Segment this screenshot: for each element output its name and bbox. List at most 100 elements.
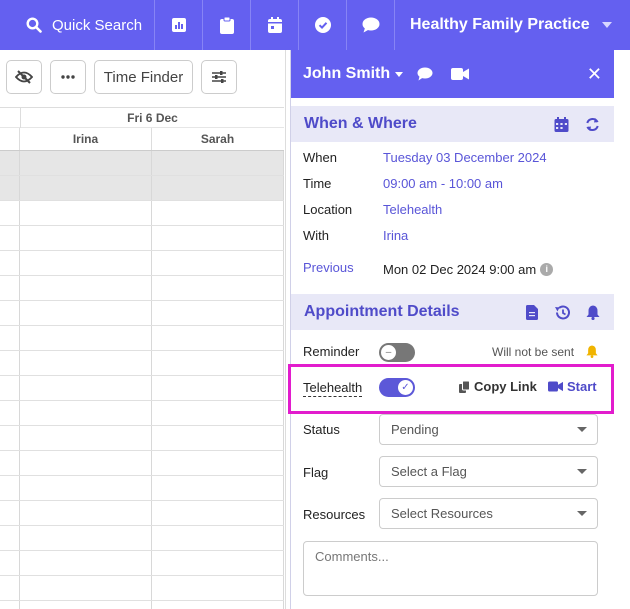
calendar-button[interactable] [251,0,299,50]
calendar-slot-row[interactable] [0,301,284,326]
calendar-slot-row[interactable] [0,476,284,501]
chevron-down-icon [577,469,587,474]
calendar-slot-row[interactable] [0,276,284,301]
patient-name-dropdown[interactable]: John Smith [303,65,390,83]
details-actions [526,294,600,330]
comments-textarea[interactable]: Comments... [303,541,598,596]
column-divider [283,301,284,325]
resources-value: Select Resources [391,506,493,521]
chat-icon[interactable] [417,67,433,81]
calendar-slot-row[interactable] [0,501,284,526]
messages-button[interactable] [347,0,395,50]
time-finder-button[interactable]: Time Finder [94,60,193,94]
hide-button[interactable] [6,60,42,94]
when-where-title: When & Where [304,115,417,132]
flag-value: Select a Flag [391,464,467,479]
column-divider [151,201,152,225]
column-divider [19,476,20,500]
practice-selector[interactable]: Healthy Family Practice [395,0,630,50]
status-label: Status [303,422,340,437]
calendar-slot-row[interactable] [0,426,284,451]
calendar-slot-row[interactable] [0,526,284,551]
video-icon[interactable] [451,68,470,80]
tasks-button[interactable] [203,0,251,50]
column-divider [283,201,284,225]
calendar-slot-row[interactable] [0,151,284,176]
column-divider [19,326,20,350]
when-where-header: When & Where [291,106,614,142]
bell-icon[interactable] [586,305,600,320]
more-options-button[interactable] [50,60,86,94]
column-divider [151,376,152,400]
time-value[interactable]: 09:00 am - 10:00 am [383,176,503,191]
column-divider [151,276,152,300]
calendar-slot-row[interactable] [0,451,284,476]
calendar-slot-row[interactable] [0,326,284,351]
document-icon[interactable] [526,304,538,320]
reports-button[interactable] [155,0,203,50]
checklist-button[interactable] [299,0,347,50]
calendar-slot-row[interactable] [0,601,284,609]
column-divider [283,451,284,475]
calendar-slot-row[interactable] [0,201,284,226]
search-icon [26,17,42,33]
calendar-icon[interactable] [554,116,569,132]
reminder-toggle[interactable]: – [379,343,415,362]
chevron-down-icon [577,427,587,432]
quick-search-label: Quick Search [52,16,143,34]
close-icon[interactable]: ✕ [587,64,602,85]
info-icon[interactable]: i [540,263,554,276]
column-divider [19,501,20,525]
practitioner-header-row: Irina Sarah [0,128,284,151]
calendar-slot-row[interactable] [0,176,284,201]
column-header-sarah: Sarah [151,128,283,150]
column-divider [151,551,152,575]
flag-select[interactable]: Select a Flag [379,456,598,487]
eye-slash-icon [15,70,33,84]
quick-search-button[interactable]: Quick Search [4,0,155,50]
calendar-slot-row[interactable] [0,401,284,426]
calendar-slot-row[interactable] [0,551,284,576]
column-divider [19,226,20,250]
column-divider [19,526,20,550]
calendar-slot-row[interactable] [0,376,284,401]
with-value[interactable]: Irina [383,228,408,243]
column-divider [283,151,284,175]
column-divider [283,526,284,550]
previous-link[interactable]: Previous [303,260,354,275]
previous-date: Mon 02 Dec 2024 9:00 am [383,262,537,277]
column-divider [19,376,20,400]
location-value[interactable]: Telehealth [383,202,442,217]
bell-icon [586,345,598,358]
filter-settings-button[interactable] [201,60,237,94]
minus-icon: – [381,345,396,360]
resources-label: Resources [303,507,366,522]
column-divider [283,576,284,600]
column-divider [151,601,152,609]
history-icon[interactable] [554,304,570,320]
resources-select[interactable]: Select Resources [379,498,598,529]
column-divider [19,276,20,300]
column-divider [151,401,152,425]
column-divider [151,576,152,600]
when-label: When [303,150,337,165]
practice-name: Healthy Family Practice [410,16,590,33]
panel-header: John Smith ✕ [291,50,614,98]
column-divider [283,176,284,200]
telehealth-highlight-box [288,364,614,414]
refresh-icon[interactable] [585,117,600,132]
column-divider [283,401,284,425]
calendar-slot-row[interactable] [0,226,284,251]
column-divider [283,501,284,525]
with-label: With [303,228,329,243]
when-value[interactable]: Tuesday 03 December 2024 [383,150,547,165]
status-select[interactable]: Pending [379,414,598,445]
chevron-down-icon[interactable] [395,71,404,77]
column-header-irina: Irina [19,128,151,150]
column-divider [19,176,20,200]
calendar-slot-row[interactable] [0,576,284,601]
calendar-slot-row[interactable] [0,351,284,376]
calendar-slot-row[interactable] [0,251,284,276]
clipboard-icon [219,16,234,34]
top-nav: Quick Search Healthy Family Practice [0,0,630,50]
